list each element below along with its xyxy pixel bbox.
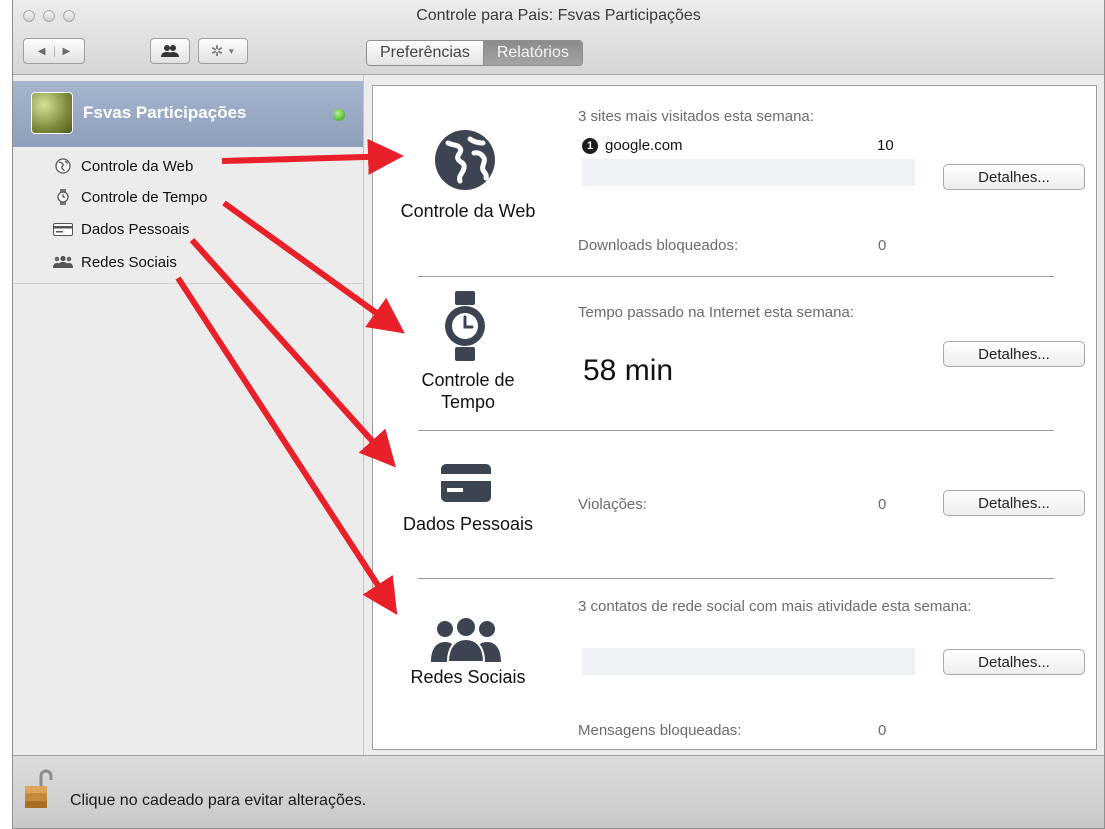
- tab-relatorios[interactable]: Relatórios: [483, 41, 582, 65]
- globe-icon: [433, 128, 497, 192]
- time-online-value: 58 min: [583, 354, 674, 387]
- bottom-bar: Clique no cadeado para evitar alterações…: [13, 755, 1104, 828]
- downloads-blocked-label: Downloads bloqueados:: [578, 237, 739, 254]
- section-title-web: Controle da Web: [400, 201, 536, 221]
- card-icon: [441, 463, 491, 503]
- section-title-time-line1: Controle de: [421, 370, 515, 390]
- time-online-heading: Tempo passado na Internet esta semana:: [578, 304, 855, 321]
- section-title-time-line2: Tempo: [440, 392, 496, 412]
- violations-value: 0: [878, 496, 887, 513]
- users-button[interactable]: [150, 38, 190, 64]
- back-arrow-icon[interactable]: ◀: [30, 45, 55, 57]
- sidebar-item-controle-tempo[interactable]: Controle de Tempo: [53, 186, 207, 208]
- messages-blocked-value: 0: [878, 722, 887, 739]
- back-forward-control[interactable]: ◀ ▶: [23, 38, 85, 64]
- messages-blocked-label: Mensagens bloqueadas:: [578, 722, 742, 739]
- social-contacts-bar: [582, 648, 915, 675]
- section-title-time: Controle de Tempo: [383, 369, 553, 413]
- online-status-icon: [333, 109, 345, 121]
- sidebar: Fsvas Participações Controle da Web Cont…: [13, 75, 364, 755]
- downloads-blocked-value: 0: [878, 237, 887, 254]
- view-tabs: Preferências Relatórios: [366, 40, 583, 66]
- chevron-down-icon: ▼: [227, 46, 236, 56]
- section-title-personal: Dados Pessoais: [402, 514, 534, 534]
- section-divider: [418, 276, 1054, 277]
- time-details-button[interactable]: Detalhes...: [943, 341, 1085, 367]
- personal-details-button[interactable]: Detalhes...: [943, 490, 1085, 516]
- app-window: Controle para Pais: Fsvas Participações …: [12, 0, 1105, 829]
- sidebar-item-label: Dados Pessoais: [81, 220, 190, 238]
- users-icon: [161, 45, 179, 57]
- top-sites-bar: [582, 159, 915, 186]
- lock-icon[interactable]: [25, 768, 57, 812]
- card-icon: [53, 221, 73, 237]
- sidebar-item-dados-pessoais[interactable]: Dados Pessoais: [53, 218, 189, 240]
- social-contacts-heading: 3 contatos de rede social com mais ativi…: [578, 598, 972, 615]
- watch-icon: [53, 189, 73, 205]
- rank-badge: 1: [582, 138, 598, 154]
- people-icon: [53, 254, 73, 270]
- sidebar-item-label: Controle da Web: [81, 157, 194, 175]
- watch-icon: [444, 291, 486, 361]
- forward-arrow-icon[interactable]: ▶: [55, 46, 79, 57]
- section-title-social: Redes Sociais: [410, 667, 526, 687]
- title-bar: Controle para Pais: Fsvas Participações …: [13, 0, 1104, 75]
- sidebar-item-label: Controle de Tempo: [81, 188, 208, 206]
- globe-icon: [53, 158, 73, 174]
- user-name: Fsvas Participações: [83, 103, 247, 122]
- sidebar-divider: [13, 283, 363, 284]
- section-divider: [418, 430, 1054, 431]
- sidebar-item-label: Redes Sociais: [81, 253, 177, 271]
- lock-hint-text: Clique no cadeado para evitar alterações…: [70, 792, 367, 809]
- violations-label: Violações:: [578, 496, 647, 513]
- gear-icon: ✲: [210, 43, 224, 60]
- sidebar-user-row[interactable]: Fsvas Participações: [13, 81, 363, 147]
- section-divider: [418, 578, 1054, 579]
- social-details-button[interactable]: Detalhes...: [943, 649, 1085, 675]
- web-details-button[interactable]: Detalhes...: [943, 164, 1085, 190]
- top-sites-heading: 3 sites mais visitados esta semana:: [578, 108, 814, 125]
- sidebar-item-controle-web[interactable]: Controle da Web: [53, 155, 193, 177]
- sidebar-item-redes-sociais[interactable]: Redes Sociais: [53, 251, 177, 273]
- window-title: Controle para Pais: Fsvas Participações: [416, 7, 701, 24]
- top-site-count: 10: [877, 137, 894, 154]
- tab-preferencias[interactable]: Preferências: [367, 41, 484, 65]
- reports-panel: Controle da Web 3 sites mais visitados e…: [372, 85, 1097, 750]
- people-icon: [431, 616, 501, 662]
- action-menu-button[interactable]: ✲ ▼: [198, 38, 248, 64]
- avatar: [31, 92, 73, 134]
- top-site-name: google.com: [605, 137, 683, 154]
